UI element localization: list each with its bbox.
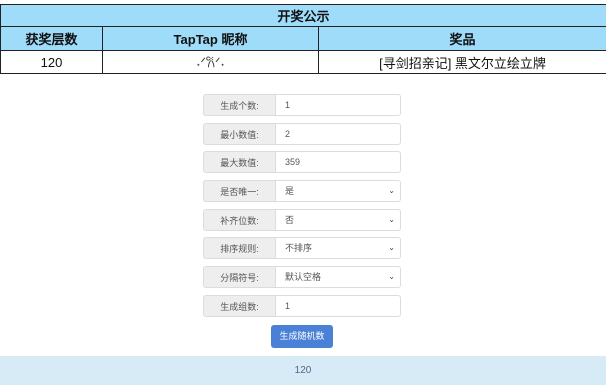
cell-floor: 120	[0, 50, 103, 74]
cell-nickname: ˖ᐟ𐙚ᐟ˖	[102, 50, 319, 74]
label-groups: 生成组数:	[203, 294, 275, 317]
label-max: 最大数值:	[203, 151, 275, 174]
unique-select[interactable]: 是 ⌄	[275, 180, 401, 203]
unique-select-value: 是	[285, 186, 295, 197]
row-sort: 排序规则: 不排序 ⌄	[203, 237, 401, 260]
row-min: 最小数值: 2	[203, 122, 401, 145]
table-title: 开奖公示	[0, 4, 606, 27]
padding-select[interactable]: 否 ⌄	[275, 208, 401, 231]
separator-select-value: 默认空格	[285, 272, 322, 283]
groups-input[interactable]: 1	[275, 294, 401, 317]
count-input[interactable]: 1	[275, 94, 401, 116]
row-max: 最大数值: 359	[203, 151, 401, 174]
label-padding: 补齐位数:	[203, 208, 275, 231]
label-min: 最小数值:	[203, 122, 275, 145]
padding-select-value: 否	[285, 214, 295, 225]
row-separator: 分隔符号: 默认空格 ⌄	[203, 266, 401, 289]
generate-button[interactable]: 生成随机数	[271, 325, 333, 348]
chevron-down-icon: ⌄	[388, 214, 395, 224]
chevron-down-icon: ⌄	[388, 272, 395, 282]
page-root: 开奖公示 获奖层数 TapTap 昵称 奖品 120 ˖ᐟ𐙚ᐟ˖ [寻剑招亲记]…	[0, 0, 606, 385]
table-header-row: 获奖层数 TapTap 昵称 奖品	[0, 26, 606, 51]
header-prize: 奖品	[318, 26, 606, 51]
random-generator-form: 生成个数: 1 最小数值: 2 最大数值: 359 是否唯一: 是 ⌄ 补齐位数…	[203, 94, 401, 324]
table-title-row: 开奖公示	[0, 4, 606, 27]
row-groups: 生成组数: 1	[203, 294, 401, 317]
header-floor: 获奖层数	[0, 26, 103, 51]
label-count: 生成个数:	[203, 94, 275, 116]
prize-announcement-table: 开奖公示 获奖层数 TapTap 昵称 奖品 120 ˖ᐟ𐙚ᐟ˖ [寻剑招亲记]…	[0, 4, 606, 74]
separator-select[interactable]: 默认空格 ⌄	[275, 266, 401, 289]
cell-prize: [寻剑招亲记] 黑文尔立绘立牌	[318, 50, 606, 74]
max-value-input[interactable]: 359	[275, 151, 401, 174]
chevron-down-icon: ⌄	[388, 243, 395, 253]
label-sort: 排序规则:	[203, 237, 275, 260]
label-separator: 分隔符号:	[203, 266, 275, 289]
row-unique: 是否唯一: 是 ⌄	[203, 180, 401, 203]
table-row: 120 ˖ᐟ𐙚ᐟ˖ [寻剑招亲记] 黑文尔立绘立牌	[0, 50, 606, 74]
result-output: 120	[0, 356, 606, 385]
sort-select[interactable]: 不排序 ⌄	[275, 237, 401, 260]
row-count: 生成个数: 1	[203, 94, 401, 116]
min-value-input[interactable]: 2	[275, 122, 401, 145]
label-unique: 是否唯一:	[203, 180, 275, 203]
sort-select-value: 不排序	[285, 243, 313, 254]
header-nickname: TapTap 昵称	[102, 26, 319, 51]
chevron-down-icon: ⌄	[388, 186, 395, 196]
row-padding: 补齐位数: 否 ⌄	[203, 208, 401, 231]
